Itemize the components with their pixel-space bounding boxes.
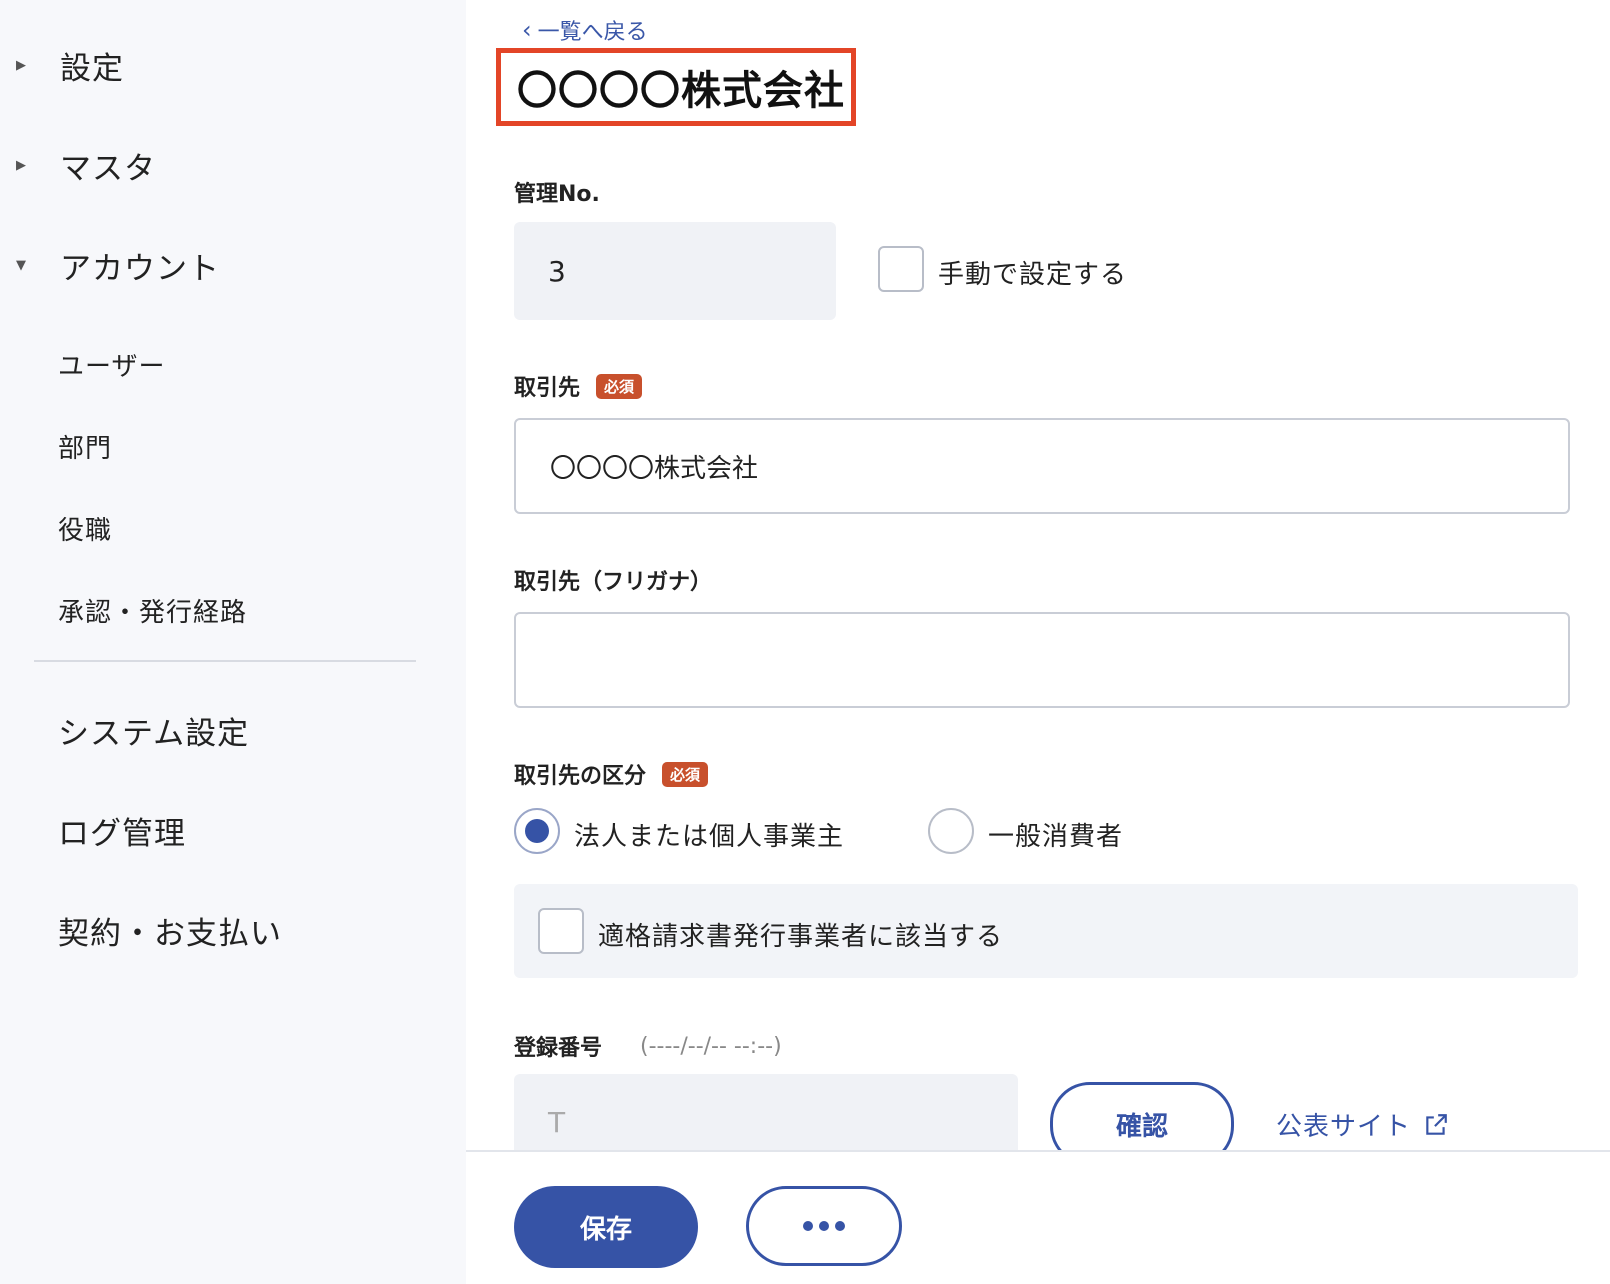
management-no-field[interactable]: 3 [514, 222, 836, 320]
radio-corporation-label: 法人または個人事業主 [574, 822, 845, 852]
sidebar-group-label: マスタ [60, 150, 156, 187]
caret-right-icon: ▶ [16, 157, 26, 173]
radio-corporation[interactable] [514, 808, 560, 854]
external-link-icon [1426, 1113, 1447, 1135]
registration-no-hint: (----/--/-- --:--) [640, 1033, 782, 1059]
sidebar: ▶ 設定 ▶ マスタ ▼ アカウント ユーザー 部門 役職 承認・発行経路 シス… [0, 0, 466, 1284]
radio-consumer-label: 一般消費者 [988, 822, 1124, 852]
sidebar-item-users[interactable]: ユーザー [58, 346, 165, 383]
sidebar-item-log-management[interactable]: ログ管理 [58, 808, 186, 853]
sidebar-group-label: 設定 [60, 50, 124, 87]
radio-consumer[interactable] [928, 808, 974, 854]
main-content: ‹ 一覧へ戻る 〇〇〇〇株式会社 管理No. 3 手動で設定する 取引先 必須 … [466, 0, 1610, 1284]
registration-no-placeholder: T [548, 1105, 566, 1139]
partner-name-value: 〇〇〇〇株式会社 [550, 453, 759, 484]
back-link-label: 一覧へ戻る [537, 20, 648, 45]
page-title: 〇〇〇〇株式会社 [517, 68, 845, 114]
partner-type-label-text: 取引先の区分 [514, 764, 647, 789]
sidebar-item-departments[interactable]: 部門 [58, 428, 112, 465]
sidebar-item-approval-routes[interactable]: 承認・発行経路 [58, 592, 247, 629]
sidebar-item-system-settings[interactable]: システム設定 [58, 708, 249, 753]
back-link[interactable]: ‹ 一覧へ戻る [522, 14, 648, 46]
partner-type-label: 取引先の区分 必須 [514, 758, 709, 790]
registration-no-label-text: 登録番号 [514, 1036, 603, 1061]
manual-setting-label: 手動で設定する [938, 260, 1128, 290]
more-dots-icon [803, 1221, 845, 1231]
partner-kana-input[interactable] [514, 612, 1570, 708]
chevron-left-icon: ‹ [522, 16, 532, 44]
sidebar-item-positions[interactable]: 役職 [58, 510, 112, 547]
management-no-value: 3 [548, 254, 566, 288]
save-button[interactable]: 保存 [514, 1186, 698, 1268]
caret-down-icon: ▼ [16, 257, 26, 273]
public-site-link-label: 公表サイト [1276, 1112, 1412, 1142]
required-badge: 必須 [596, 373, 643, 399]
sidebar-group-label: アカウント [60, 250, 220, 287]
management-no-label: 管理No. [514, 176, 600, 208]
caret-right-icon: ▶ [16, 57, 26, 73]
footer-bar: 保存 [466, 1150, 1610, 1284]
sidebar-divider [34, 660, 416, 662]
more-options-button[interactable] [746, 1186, 902, 1266]
management-no-label-text: 管理No. [514, 182, 600, 207]
manual-setting-checkbox[interactable] [878, 246, 924, 292]
page-title-highlight: 〇〇〇〇株式会社 [496, 48, 856, 126]
required-badge: 必須 [662, 761, 709, 787]
qualified-invoice-checkbox[interactable] [538, 908, 584, 954]
qualified-invoice-box: 適格請求書発行事業者に該当する [514, 884, 1578, 978]
sidebar-item-contract-billing[interactable]: 契約・お支払い [58, 908, 282, 953]
partner-kana-label: 取引先（フリガナ） [514, 564, 712, 596]
qualified-invoice-label: 適格請求書発行事業者に該当する [598, 922, 1004, 952]
registration-no-label: 登録番号 (----/--/-- --:--) [514, 1030, 782, 1062]
public-site-link[interactable]: 公表サイト [1276, 1106, 1449, 1143]
partner-label-text: 取引先 [514, 376, 581, 401]
partner-kana-label-text: 取引先（フリガナ） [514, 570, 713, 595]
partner-name-input[interactable]: 〇〇〇〇株式会社 [514, 418, 1570, 514]
partner-label: 取引先 必須 [514, 370, 643, 402]
